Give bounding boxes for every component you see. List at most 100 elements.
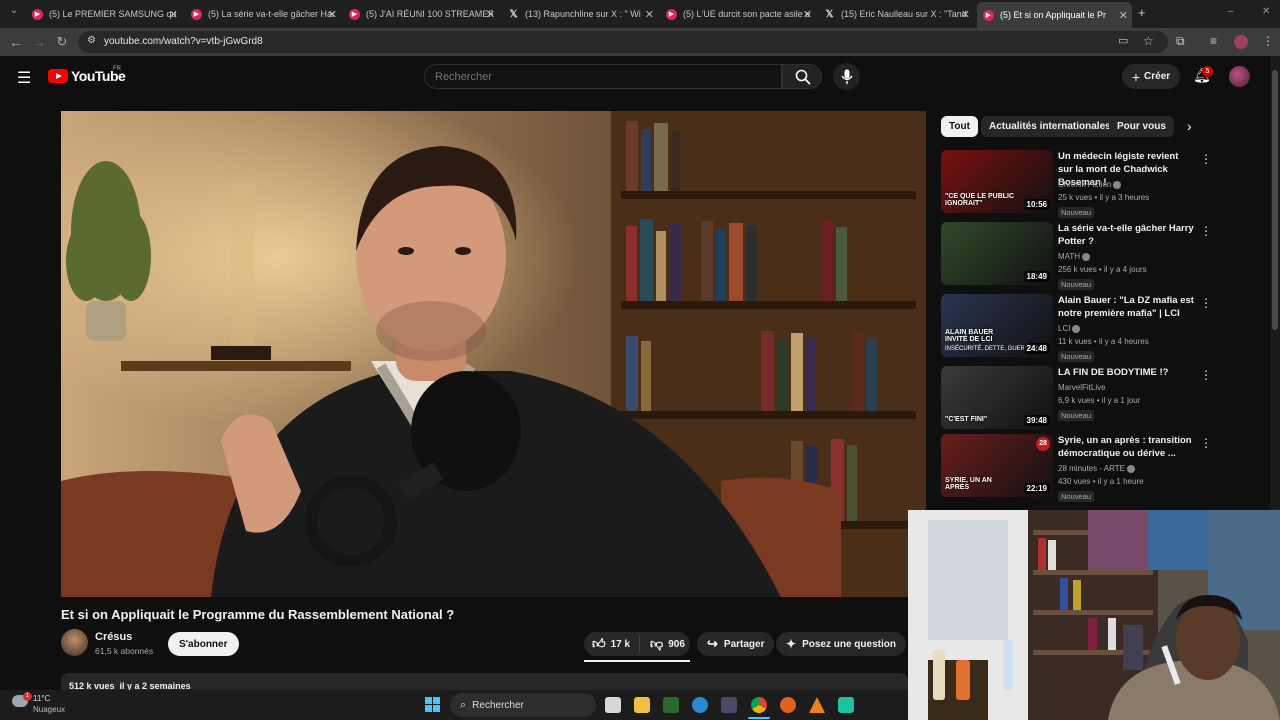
related-video-channel[interactable]: MATH [1058, 252, 1091, 261]
nvidia-icon[interactable] [663, 697, 679, 713]
more-actions-icon[interactable]: ⋮ [1200, 436, 1212, 450]
more-actions-icon[interactable]: ⋮ [1200, 296, 1212, 310]
new-badge: Nouveau [1058, 410, 1095, 421]
create-button-label: Créer [1144, 71, 1171, 82]
tab-close-icon[interactable]: ✕ [328, 8, 337, 21]
vlc-icon[interactable] [809, 697, 825, 713]
related-video-channel[interactable]: 28 minutes - ARTE [1058, 464, 1135, 473]
reading-list-icon[interactable]: ≡ [1210, 34, 1217, 48]
weather-condition[interactable]: Nuageux [33, 705, 65, 714]
task-view-icon[interactable] [605, 697, 621, 713]
browser-tab[interactable]: 𝕏 (13) Rapunchline sur X : " Wi ✕ [502, 4, 658, 24]
chevron-right-icon[interactable]: › [1187, 118, 1192, 134]
browser-tab[interactable]: ▶ (5) Et si on Appliquait le Pr ✕ [977, 2, 1132, 28]
address-bar: ← → ↻ ⚙ youtube.com/watch?v=vtb-jGwGrd8 … [0, 28, 1280, 56]
file-explorer-icon[interactable] [634, 697, 650, 713]
filter-chip[interactable]: Tout [941, 116, 978, 137]
thumbnail-text: "CE QUE LE PUBLIC IGNORAIT" [945, 193, 1015, 207]
search-button[interactable] [782, 64, 822, 89]
video-duration: 18:49 [1023, 271, 1050, 282]
site-info-icon[interactable]: ⚙ [87, 35, 96, 46]
related-video-title[interactable]: La série va-t-elle gâcher Harry Potter ? [1058, 222, 1194, 248]
related-video-title[interactable]: Alain Bauer : "La DZ mafia est notre pre… [1058, 294, 1194, 320]
profile-avatar-icon[interactable] [1234, 35, 1248, 49]
firefox-icon[interactable] [780, 697, 796, 713]
ask-question-button[interactable]: ✦ Posez une question [776, 632, 906, 656]
related-video-title[interactable]: LA FIN DE BODYTIME !? [1058, 366, 1194, 379]
hamburger-menu-icon[interactable]: ☰ [17, 68, 31, 88]
related-video-item[interactable]: ALAIN BAUER INVITÉ DE LCI INSÉCURITÉ, DET… [941, 294, 1271, 362]
thumbnail-text: "C'EST FINI" [945, 416, 988, 423]
subscribe-button[interactable]: S'abonner [168, 632, 239, 656]
channel-name[interactable]: Crésus [95, 631, 132, 643]
close-window-icon[interactable]: ✕ [1262, 6, 1270, 17]
related-video-item[interactable]: 18:49 La série va-t-elle gâcher Harry Pot… [941, 222, 1271, 290]
tab-close-icon[interactable]: ✕ [169, 8, 178, 21]
more-actions-icon[interactable]: ⋮ [1200, 152, 1212, 166]
dislike-button[interactable]: 👎︎ 906 [646, 636, 685, 652]
browser-tab[interactable]: ▶ (5) La série va-t-elle gâcher Har ✕ [185, 4, 341, 24]
reload-icon[interactable]: ↻ [54, 34, 70, 50]
related-video-item[interactable]: SYRIE, UN AN APRÈS 28 22:19 Syrie, un an ap… [941, 434, 1271, 502]
browser-menu-icon[interactable]: ⋮ [1262, 34, 1274, 48]
browser-tab[interactable]: ▶ (5) J'AI RÉUNI 100 STREAMERS ✕ [343, 4, 499, 24]
youtube-logo-icon[interactable] [48, 69, 68, 83]
related-video-channel[interactable]: LCI [1058, 324, 1081, 333]
cast-icon[interactable]: ▭ [1118, 34, 1128, 47]
webcam-overlay [908, 510, 1280, 720]
video-player[interactable] [61, 111, 926, 597]
weather-temperature[interactable]: 11°C [33, 694, 50, 703]
sparkle-icon: ✦ [786, 637, 797, 651]
video-thumbnail[interactable]: 18:49 [941, 222, 1053, 285]
extensions-icon[interactable]: ⧉ [1176, 34, 1185, 49]
video-title: Et si on Appliquait le Programme du Rass… [61, 607, 455, 622]
filter-chip[interactable]: Pour vous [1109, 116, 1174, 137]
views-and-date: 512 k vues il y a 2 semaines [69, 681, 191, 690]
tab-close-icon[interactable]: ✕ [1119, 9, 1128, 22]
chrome-icon[interactable] [751, 697, 767, 713]
like-button[interactable]: 👍︎ 17 k [584, 636, 640, 652]
search-input[interactable] [424, 64, 782, 89]
tab-close-icon[interactable]: ✕ [486, 8, 495, 21]
windows-start-icon[interactable] [425, 697, 441, 713]
taskbar-search[interactable]: ⌕ Rechercher [450, 693, 596, 717]
related-video-item[interactable]: "CE QUE LE PUBLIC IGNORAIT" 10:56 Un médec… [941, 150, 1271, 218]
description-box[interactable]: 512 k vues il y a 2 semaines [61, 673, 908, 690]
view-count: 6,9 k vues [1058, 396, 1095, 405]
forward-icon[interactable]: → [31, 34, 47, 50]
tab-close-icon[interactable]: ✕ [645, 8, 654, 21]
browser-tab[interactable]: ▶ (5) L'UE durcit son pacte asile e ✕ [660, 4, 816, 24]
voice-search-button[interactable] [833, 63, 860, 90]
video-thumbnail[interactable]: SYRIE, UN AN APRÈS 28 22:19 [941, 434, 1053, 497]
minimize-icon[interactable]: – [1228, 6, 1234, 17]
tab-close-icon[interactable]: ✕ [961, 8, 970, 21]
more-actions-icon[interactable]: ⋮ [1200, 224, 1212, 238]
share-button[interactable]: ↪ Partager [697, 632, 775, 656]
related-video-title[interactable]: Syrie, un an après : transition démocrat… [1058, 434, 1194, 460]
tab-close-icon[interactable]: ✕ [803, 8, 812, 21]
related-video-channel[interactable]: MarvelFitLive [1058, 383, 1106, 392]
related-video-channel[interactable]: Chronik Fiction [1058, 180, 1122, 189]
account-avatar[interactable] [1229, 66, 1250, 87]
bookmark-star-icon[interactable]: ☆ [1143, 34, 1154, 48]
browser-tab[interactable]: ▶ (5) Le PREMIER SAMSUNG qui ✕ [26, 4, 182, 24]
create-button[interactable]: + Créer [1122, 64, 1180, 89]
app-icon[interactable] [838, 697, 854, 713]
browser-tab[interactable]: 𝕏 (15) Eric Naulleau sur X : "Tand ✕ [818, 4, 974, 24]
filter-chip[interactable]: Actualités internationales [981, 116, 1119, 137]
channel-name-text: LCI [1058, 324, 1071, 333]
more-actions-icon[interactable]: ⋮ [1200, 368, 1212, 382]
channel-avatar[interactable] [61, 629, 88, 656]
video-thumbnail[interactable]: ALAIN BAUER INVITÉ DE LCI INSÉCURITÉ, DET… [941, 294, 1053, 357]
weather-alert-badge: 1 [23, 692, 32, 701]
url-field[interactable]: ⚙ youtube.com/watch?v=vtb-jGwGrd8 ▭ ☆ [78, 31, 1168, 53]
video-thumbnail[interactable]: "C'EST FINI" 39:48 [941, 366, 1053, 429]
video-thumbnail[interactable]: "CE QUE LE PUBLIC IGNORAIT" 10:56 [941, 150, 1053, 213]
scrollbar-thumb[interactable] [1272, 70, 1278, 330]
back-icon[interactable]: ← [8, 34, 24, 50]
microsoft-store-icon[interactable] [721, 697, 737, 713]
edge-icon[interactable] [692, 697, 708, 713]
related-video-item[interactable]: "C'EST FINI" 39:48 LA FIN DE BODYTIME !? Ma… [941, 366, 1271, 432]
new-tab-icon[interactable]: + [1138, 5, 1146, 20]
tab-search-icon[interactable]: ⌄ [6, 5, 22, 16]
